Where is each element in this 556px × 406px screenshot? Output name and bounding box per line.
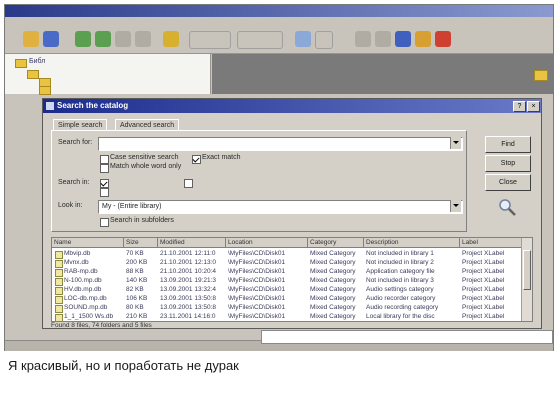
look-in-field[interactable]: My - (Entire library) [98,200,463,214]
catalog-icon[interactable] [295,31,311,47]
column-header-size[interactable]: Size [124,238,158,248]
main-toolbar [5,27,553,54]
search-in-label-checkbox[interactable] [184,179,193,188]
subfolders-label: Search in subfolders [110,217,174,224]
folder-icon [27,70,39,79]
search-options-panel: Search for: Case sensitive search Match … [51,130,467,232]
cut-icon[interactable] [355,31,371,47]
result-cell-name[interactable]: 1_1_1500 Ws.db [62,312,124,321]
dialog-status-text: Found 8 files, 74 folders and 5 files [51,322,152,329]
search-in-label: Search in: [58,179,90,186]
properties-icon[interactable] [315,31,333,49]
dialog-title-bar: Search the catalog ? × [43,99,541,113]
forward-icon[interactable] [95,31,111,47]
app-window: Библ Search the catalog ? × Simple searc… [4,4,554,352]
dialog-app-icon [46,102,54,110]
search-in-name-checkbox[interactable] [100,179,109,188]
catalog-tree[interactable]: Библ [5,54,211,95]
tree-root-label[interactable]: Библ [29,58,45,65]
magnifier-icon [499,199,516,216]
exact-match-label: Exact match [202,154,241,161]
exit-icon[interactable] [435,31,451,47]
stop-button[interactable]: Stop [485,155,531,172]
search-icon[interactable] [395,31,411,47]
search-in-description-checkbox[interactable] [100,188,109,197]
figure-caption: Я красивый, но и поработать не дурак [0,351,556,406]
result-cell-description[interactable]: Local library for the disc [364,312,460,321]
results-list[interactable]: Name Size Modified Location Category Des… [51,237,533,322]
result-cell-label[interactable]: Project XLabel [460,312,522,321]
save-icon[interactable] [43,31,59,47]
result-cell-modified[interactable]: 23.11.2001 14:16:0 [158,312,226,321]
dialog-title: Search the catalog [57,101,129,110]
help-title-button[interactable]: ? [513,101,526,112]
search-dialog: Search the catalog ? × Simple search Adv… [42,98,542,329]
open-icon[interactable] [23,31,39,47]
column-header-label[interactable]: Label [460,238,522,248]
whole-word-checkbox[interactable] [100,164,109,173]
case-sensitive-checkbox[interactable] [100,155,109,164]
info-panel [212,54,553,94]
view-button[interactable] [189,31,231,49]
column-header-category[interactable]: Category [308,238,364,248]
sort-button[interactable] [237,31,283,49]
subfolders-checkbox[interactable] [100,218,109,227]
result-cell-size[interactable]: 210 KB [124,312,158,321]
column-header-location[interactable]: Location [226,238,308,248]
quick-search-field[interactable] [261,330,553,344]
result-cell-category[interactable]: Mixed Category [308,312,364,321]
help-icon[interactable] [415,31,431,47]
search-for-label: Search for: [58,139,93,146]
copy-icon[interactable] [375,31,391,47]
find-button[interactable]: Find [485,136,531,153]
caption-text: Я красивый, но и поработать не дурак [8,358,239,373]
folder-icon [15,59,27,68]
exact-match-checkbox[interactable] [192,155,201,164]
column-header-description[interactable]: Description [364,238,460,248]
column-header-name[interactable]: Name [52,238,124,248]
folder-icon [39,86,51,95]
results-scrollbar-thumb[interactable] [523,250,531,290]
results-scrollbar[interactable] [521,238,532,321]
folder-icon [534,70,548,81]
close-button[interactable]: Close [485,174,531,191]
back-icon[interactable] [75,31,91,47]
whole-word-label: Match whole word only [110,163,182,170]
app-title-bar [5,5,553,17]
refresh-icon[interactable] [135,31,151,47]
case-sensitive-label: Case sensitive search [110,154,179,161]
search-for-field[interactable] [98,137,463,151]
column-header-modified[interactable]: Modified [158,238,226,248]
folder-icon[interactable] [163,31,179,47]
close-title-button[interactable]: × [527,101,540,112]
up-icon[interactable] [115,31,131,47]
look-in-label: Look in: [58,202,83,209]
result-cell-location[interactable]: \MyFiles\CD\Disk01 [226,312,308,321]
